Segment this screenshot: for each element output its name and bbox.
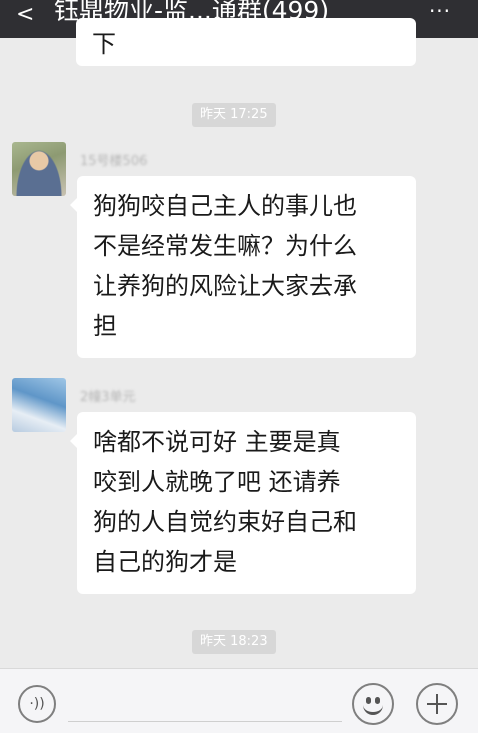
message-line: 下	[92, 30, 116, 58]
message-line: 狗的人自觉约束好自己和	[93, 508, 357, 536]
emoji-icon[interactable]	[352, 683, 394, 725]
sender-name: 15号楼506	[80, 154, 148, 169]
message-line: 咬到人就晚了吧 还请养	[93, 468, 341, 496]
timestamp: 昨天 17:25	[192, 103, 276, 127]
message-line: 啥都不说可好 主要是真	[93, 428, 341, 456]
message-bubble-partial: 下	[76, 18, 416, 66]
input-bar: ·))	[0, 668, 478, 733]
message-line: 担	[93, 312, 117, 340]
emoji-mouth	[363, 705, 383, 715]
input-underline	[68, 721, 342, 722]
back-icon[interactable]: <	[16, 2, 40, 32]
message-input[interactable]	[68, 687, 346, 721]
plus-icon[interactable]	[416, 683, 458, 725]
emoji-eye	[375, 697, 380, 704]
timestamp: 昨天 18:23	[192, 630, 276, 654]
message-line: 不是经常发生嘛？为什么	[93, 232, 357, 260]
avatar[interactable]	[12, 142, 66, 196]
more-icon[interactable]: ···	[418, 0, 462, 30]
message-bubble[interactable]: 啥都不说可好 主要是真 咬到人就晚了吧 还请养 狗的人自觉约束好自己和 自己的狗…	[70, 412, 416, 594]
sender-name: 2幢3单元	[80, 390, 136, 405]
voice-icon[interactable]: ·))	[18, 685, 56, 723]
message-bubble[interactable]: 狗狗咬自己主人的事儿也 不是经常发生嘛？为什么 让养狗的风险让大家去承 担	[70, 176, 416, 358]
emoji-eye	[366, 697, 371, 704]
avatar[interactable]	[12, 378, 66, 432]
message-line: 自己的狗才是	[93, 548, 237, 576]
message-line: 让养狗的风险让大家去承	[93, 272, 357, 300]
message-line: 狗狗咬自己主人的事儿也	[93, 192, 357, 220]
